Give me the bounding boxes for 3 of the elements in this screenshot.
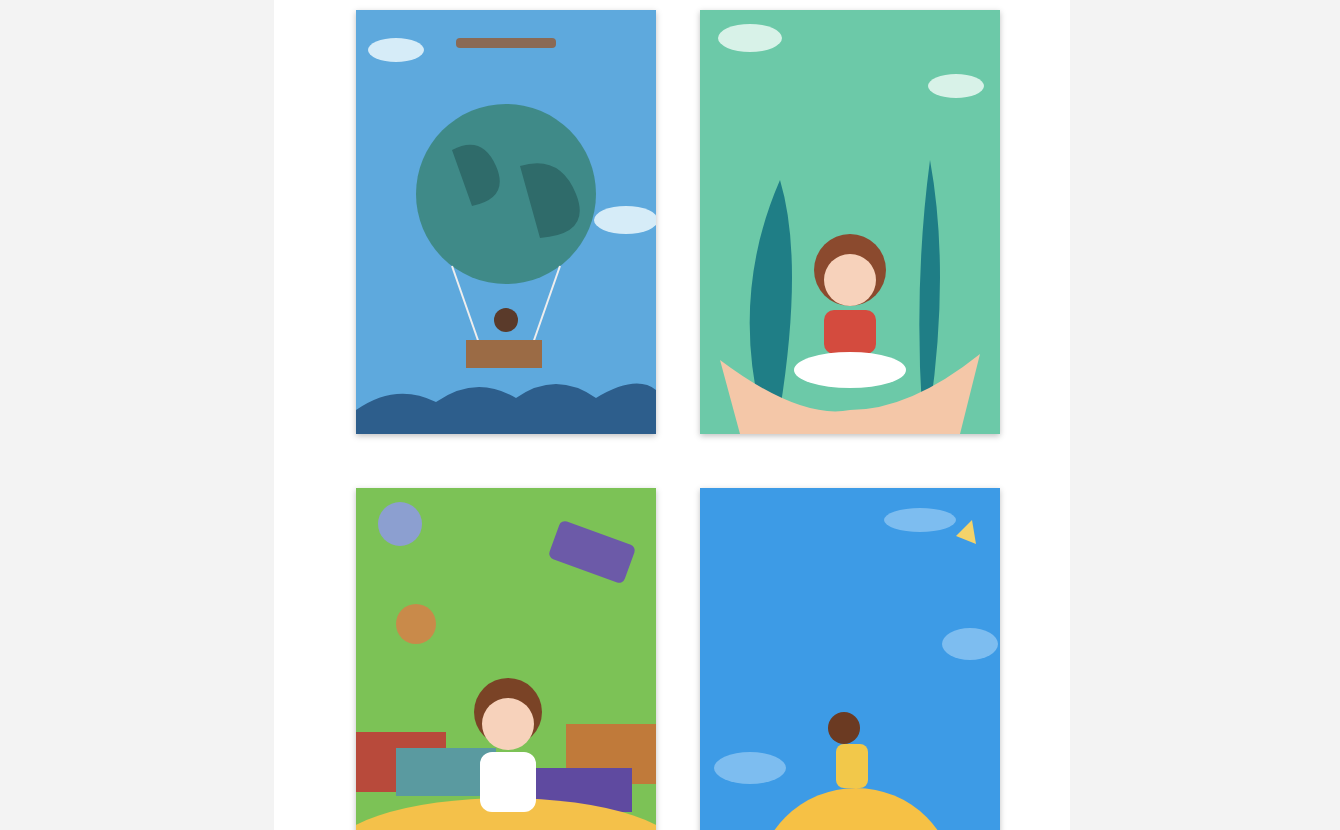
book-cover[interactable] [356, 10, 656, 434]
book-cover[interactable] [356, 488, 656, 830]
book-cover[interactable] [700, 10, 1000, 434]
